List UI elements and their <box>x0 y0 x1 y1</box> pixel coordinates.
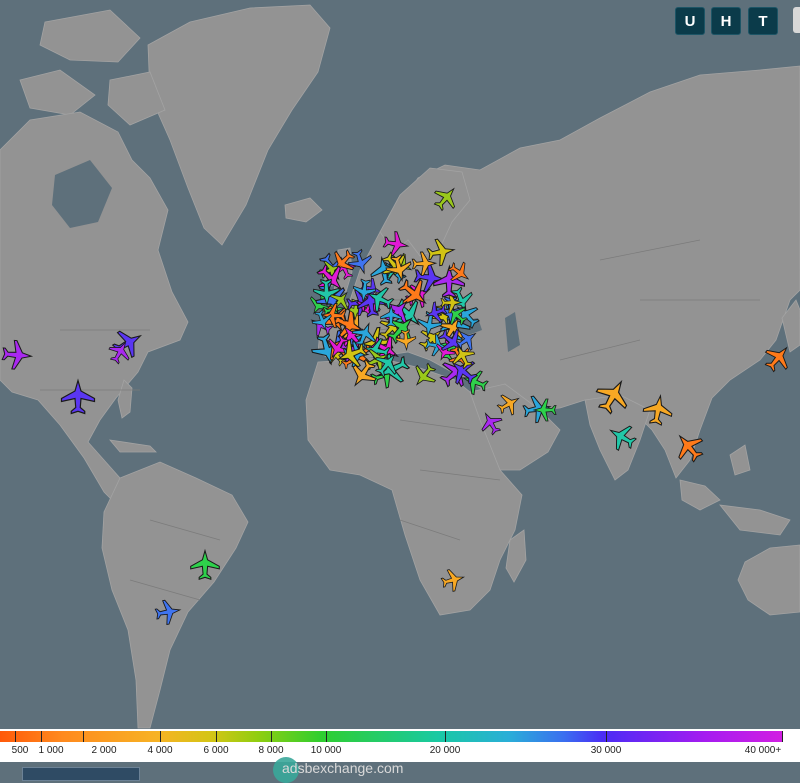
legend-label-20000: 20 000 <box>429 745 461 756</box>
brand-text: adsbexchange.com <box>282 760 404 776</box>
legend-label-1000: 1 000 <box>38 745 64 756</box>
legend-tick <box>326 731 327 742</box>
toggle-h-button[interactable]: H <box>711 7 741 35</box>
legend-label-4000: 4 000 <box>147 745 173 756</box>
legend-tick <box>606 731 607 742</box>
extra-button[interactable] <box>793 7 800 33</box>
legend-tick <box>782 731 783 742</box>
legend-label-6000: 6 000 <box>203 745 229 756</box>
legend-tick <box>160 731 161 742</box>
altitude-gradient-bar <box>0 731 783 742</box>
legend-tick <box>271 731 272 742</box>
toggle-t-button[interactable]: T <box>748 7 778 35</box>
legend-label-10000: 10 000 <box>310 745 342 756</box>
legend-tick <box>15 731 16 742</box>
legend-label-30000: 30 000 <box>590 745 622 756</box>
legend-tick <box>83 731 84 742</box>
legend-tick <box>216 731 217 742</box>
legend-tick <box>41 731 42 742</box>
world-map[interactable] <box>0 0 800 775</box>
legend-label-40000: 40 000+ <box>744 745 782 756</box>
search-box[interactable] <box>22 767 140 781</box>
legend-label-8000: 8 000 <box>258 745 284 756</box>
legend-label-500: 500 <box>11 745 29 756</box>
legend-tick <box>445 731 446 742</box>
legend-label-2000: 2 000 <box>91 745 117 756</box>
toggle-u-button[interactable]: U <box>675 7 705 35</box>
altitude-legend: 500 1 000 2 000 4 000 6 000 8 000 10 000… <box>0 729 800 762</box>
